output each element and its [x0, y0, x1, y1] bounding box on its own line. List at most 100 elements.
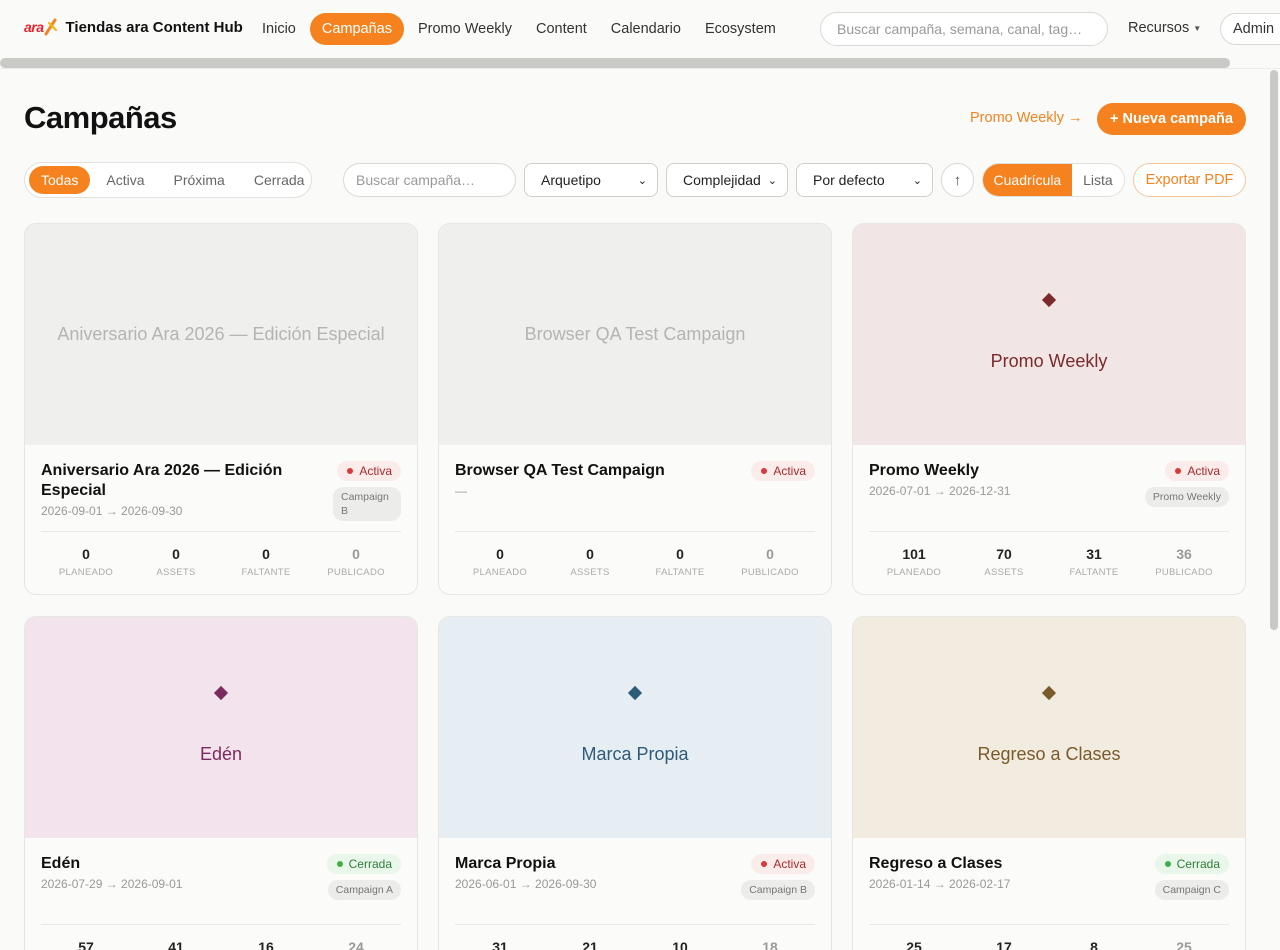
campaign-title[interactable]: Aniversario Ara 2026 — Edición Especial	[41, 461, 311, 501]
stat-value: 31	[492, 939, 508, 950]
ara-logo-mark-icon	[44, 18, 57, 36]
stat-value: 16	[258, 939, 274, 950]
cover-title: Marca Propia	[581, 744, 689, 764]
status-filter-tabs: Todas Activa Próxima Cerrada	[24, 162, 312, 198]
stat-value: 0	[262, 546, 270, 562]
stat-value: 17	[996, 939, 1012, 950]
sort-direction-button[interactable]: ↑	[941, 163, 974, 197]
nav-item-content[interactable]: Content	[526, 13, 597, 45]
status-tab-todas[interactable]: Todas	[29, 166, 91, 194]
ara-logo-text: ara	[24, 19, 44, 35]
stat-label: FALTANTE	[241, 567, 291, 578]
new-campaign-button[interactable]: + Nueva campaña	[1097, 103, 1246, 135]
campaign-cover[interactable]: Edén	[25, 617, 417, 838]
resources-menu[interactable]: Recursos ▼	[1128, 20, 1201, 36]
status-badge: Activa	[751, 854, 815, 874]
promo-weekly-link[interactable]: Promo Weekly →	[970, 110, 1083, 126]
campaign-search-input[interactable]: Buscar campaña…	[343, 163, 516, 197]
cover-title: Regreso a Clases	[977, 744, 1121, 764]
campaign-card[interactable]: Edén Edén 2026-07-29 → 2026-09-01 Cerrad…	[24, 616, 418, 950]
campaign-title[interactable]: Promo Weekly	[869, 461, 1139, 481]
stat-assets: 41 ASSETS	[131, 939, 221, 950]
vertical-scrollbar[interactable]	[1270, 70, 1278, 630]
campaign-card[interactable]: Browser QA Test Campaign Browser QA Test…	[438, 223, 832, 595]
status-tab-cerrada[interactable]: Cerrada	[242, 166, 317, 194]
stat-faltante: 0 FALTANTE	[221, 546, 311, 578]
stat-value: 0	[496, 546, 504, 562]
view-grid-button[interactable]: Cuadrícula	[983, 164, 1072, 196]
card-divider	[869, 531, 1229, 532]
horizontal-scrollbar[interactable]	[0, 58, 1230, 68]
status-badge: Cerrada	[1154, 854, 1229, 874]
campaign-dates: 2026-06-01 → 2026-09-30	[455, 877, 597, 891]
stat-publicado: 18 PUBLICADO	[725, 939, 815, 950]
stat-planeado: 25 PLANEADO	[869, 939, 959, 950]
campaign-title[interactable]: Edén	[41, 854, 311, 874]
campaign-stats: 101 PLANEADO 70 ASSETS 31 FALTANTE 36 PU…	[869, 546, 1229, 578]
brand[interactable]: ara Tiendas ara Content Hub	[24, 18, 243, 36]
stat-faltante: 0 FALTANTE	[635, 546, 725, 578]
campaign-dates: 2026-07-29 → 2026-09-01	[41, 877, 183, 891]
campaign-cover[interactable]: Promo Weekly	[853, 224, 1245, 445]
campaign-card[interactable]: Regreso a Clases Regreso a Clases 2026-0…	[852, 616, 1246, 950]
card-divider	[41, 531, 401, 532]
stat-value: 0	[82, 546, 90, 562]
campaign-title[interactable]: Regreso a Clases	[869, 854, 1139, 874]
stat-label: ASSETS	[156, 567, 196, 578]
chevron-down-icon: ⌄	[912, 174, 922, 187]
nav-item-calendario[interactable]: Calendario	[601, 13, 691, 45]
global-search-input[interactable]: Buscar campaña, semana, canal, tag…	[820, 12, 1108, 46]
campaign-card[interactable]: Promo Weekly Promo Weekly 2026-07-01 → 2…	[852, 223, 1246, 595]
diamond-icon	[627, 685, 643, 701]
nav-item-promo-weekly[interactable]: Promo Weekly	[408, 13, 522, 45]
nav-item-ecosystem[interactable]: Ecosystem	[695, 13, 786, 45]
archetype-select-value: Arquetipo	[541, 172, 601, 188]
campaign-dates: 2026-07-01 → 2026-12-31	[869, 484, 1011, 498]
campaign-card[interactable]: Aniversario Ara 2026 — Edición Especial …	[24, 223, 418, 595]
status-tab-proxima[interactable]: Próxima	[161, 166, 236, 194]
campaign-title[interactable]: Marca Propia	[455, 854, 725, 874]
stat-label: PUBLICADO	[741, 567, 799, 578]
stat-value: 41	[168, 939, 184, 950]
campaign-title[interactable]: Browser QA Test Campaign	[455, 461, 725, 481]
campaign-cover[interactable]: Marca Propia	[439, 617, 831, 838]
stat-value: 57	[78, 939, 94, 950]
stat-value: 25	[906, 939, 922, 950]
sort-select[interactable]: Por defecto ⌄	[796, 163, 933, 197]
campaign-dates: 2026-09-01 → 2026-09-30	[41, 504, 183, 518]
campaign-cover[interactable]: Aniversario Ara 2026 — Edición Especial	[25, 224, 417, 445]
stat-planeado: 101 PLANEADO	[869, 546, 959, 578]
top-navigation-bar: ara Tiendas ara Content Hub Inicio Campa…	[0, 0, 1280, 60]
status-dot-icon	[761, 468, 768, 474]
export-pdf-button[interactable]: Exportar PDF	[1133, 163, 1246, 197]
stat-label: FALTANTE	[655, 567, 705, 578]
view-list-button[interactable]: Lista	[1072, 164, 1124, 196]
stat-publicado: 25 PUBLICADO	[1139, 939, 1229, 950]
stat-value: 31	[1086, 546, 1102, 562]
nav-item-campanas[interactable]: Campañas	[309, 13, 404, 45]
status-badge: Activa	[337, 461, 401, 481]
cover-title: Aniversario Ara 2026 — Edición Especial	[57, 324, 385, 344]
card-divider	[869, 924, 1229, 925]
campaign-dates: 2026-01-14 → 2026-02-17	[869, 877, 1011, 891]
status-badge: Cerrada	[326, 854, 401, 874]
campaign-cover[interactable]: Regreso a Clases	[853, 617, 1245, 838]
ara-logo: ara	[24, 18, 58, 36]
status-label: Activa	[359, 464, 392, 478]
stat-planeado: 31 PLANEADO	[455, 939, 545, 950]
stat-assets: 70 ASSETS	[959, 546, 1049, 578]
campaign-cover[interactable]: Browser QA Test Campaign	[439, 224, 831, 445]
campaign-stats: 57 PLANEADO 41 ASSETS 16 FALTANTE 24 PUB…	[41, 939, 401, 950]
stat-value: 0	[676, 546, 684, 562]
stat-publicado: 24 PUBLICADO	[311, 939, 401, 950]
status-tab-activa[interactable]: Activa	[94, 166, 156, 194]
campaign-card[interactable]: Marca Propia Marca Propia 2026-06-01 → 2…	[438, 616, 832, 950]
archetype-badge: Campaign B	[741, 880, 815, 900]
complexity-select[interactable]: Complejidad ⌄	[666, 163, 788, 197]
stat-faltante: 31 FALTANTE	[1049, 546, 1139, 578]
nav-item-inicio[interactable]: Inicio	[252, 13, 306, 45]
stat-label: PUBLICADO	[1155, 567, 1213, 578]
archetype-select[interactable]: Arquetipo ⌄	[524, 163, 658, 197]
stat-value: 0	[172, 546, 180, 562]
user-menu[interactable]: Admin	[1220, 13, 1280, 45]
